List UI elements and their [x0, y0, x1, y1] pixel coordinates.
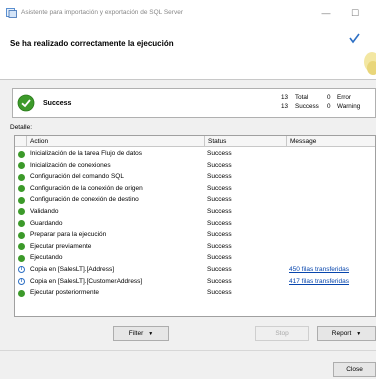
table-row[interactable]: Configuración del comando SQL Success — [15, 171, 375, 183]
window-title: Asistente para importación y exportación… — [21, 9, 183, 16]
success-check-icon — [17, 94, 35, 112]
table-row[interactable]: Inicialización de conexiones Success — [15, 160, 375, 172]
row-status: Success — [207, 265, 232, 273]
row-status: Success — [207, 242, 232, 250]
success-icon — [18, 231, 25, 239]
report-button[interactable]: Report ▼ — [317, 326, 376, 341]
report-button-label: Report — [331, 330, 352, 337]
table-row[interactable]: Validando Success — [15, 206, 375, 218]
chevron-down-icon: ▼ — [356, 331, 362, 337]
grid-header: Action Status Message — [15, 136, 375, 147]
warning-label: Warning — [337, 103, 361, 110]
row-action: Configuración del comando SQL — [30, 173, 124, 181]
success-icon — [18, 150, 25, 158]
table-row[interactable]: Inicialización de la tarea Flujo de dato… — [15, 148, 375, 160]
footer-divider — [0, 350, 376, 351]
stop-button[interactable]: Stop — [255, 326, 309, 341]
row-status: Success — [207, 173, 232, 181]
minimize-button[interactable]: — — [318, 6, 334, 20]
row-action: Inicialización de la tarea Flujo de dato… — [30, 150, 143, 157]
row-action: Ejecutando — [30, 254, 63, 262]
filter-button[interactable]: Filter ▼ — [113, 326, 169, 341]
row-action: Ejecutar previamente — [30, 242, 92, 250]
row-status: Success — [207, 277, 232, 285]
table-row[interactable]: i Copia en [SalesLT].[CustomerAddress] Suc… — [15, 276, 375, 288]
row-action: Ejecutar posteriormente — [30, 289, 100, 297]
table-row[interactable]: Ejecutando Success — [15, 252, 375, 264]
table-row[interactable]: Preparar para la ejecución Success — [15, 229, 375, 241]
table-row[interactable]: Guardando Success — [15, 218, 375, 230]
row-status: Success — [207, 207, 232, 215]
warning-count: 0 — [327, 103, 331, 110]
sql-wizard-icon — [6, 8, 17, 18]
error-label: Error — [337, 94, 351, 101]
summary-status: Success — [43, 100, 72, 107]
row-message-link[interactable]: 417 filas transferidas — [289, 276, 375, 288]
row-action: Copia en [SalesLT].[CustomerAddress] — [30, 277, 143, 285]
success-icon — [18, 254, 25, 262]
success-icon — [18, 185, 25, 193]
row-status: Success — [207, 150, 232, 157]
success-icon — [18, 173, 25, 181]
row-status: Success — [207, 184, 232, 192]
row-action: Copia en [SalesLT].[Address] — [30, 265, 115, 273]
row-status: Success — [207, 254, 232, 262]
row-action: Guardando — [30, 219, 63, 227]
row-action: Configuración de la conexión de origen — [30, 184, 143, 192]
error-count: 0 — [327, 94, 331, 101]
success-icon — [18, 243, 25, 251]
total-label: Total — [295, 94, 309, 101]
summary-counts: 13 Total 0 Error 13 Success 0 Warning — [281, 93, 360, 111]
row-message-link[interactable]: 450 filas transferidas — [289, 264, 375, 276]
info-icon: i — [18, 266, 25, 274]
success-icon — [18, 162, 25, 170]
details-label: Detalle: — [10, 124, 33, 131]
row-action: Preparar para la ejecución — [30, 231, 107, 239]
maximize-button[interactable]: ☐ — [347, 6, 363, 20]
details-grid[interactable]: Action Status Message Inicialización de … — [14, 135, 376, 317]
execution-summary: Success 13 Total 0 Error 13 Success 0 Warning — [12, 88, 376, 118]
success-icon — [18, 289, 25, 297]
success-icon — [18, 220, 25, 228]
table-row[interactable]: Configuración de conexión de destino Succ… — [15, 194, 375, 206]
table-row[interactable]: Configuración de la conexión de origen Su… — [15, 183, 375, 195]
close-button[interactable]: Close — [333, 362, 376, 377]
row-status: Success — [207, 231, 232, 239]
row-status: Success — [207, 161, 232, 169]
row-action: Validando — [30, 207, 59, 215]
filter-button-label: Filter — [128, 330, 144, 337]
row-status: Success — [207, 289, 232, 297]
table-row[interactable]: Ejecutar previamente Success — [15, 241, 375, 253]
table-row[interactable]: i Copia en [SalesLT].[Address] Success 450 … — [15, 264, 375, 276]
wizard-banner-icon — [349, 33, 376, 75]
success-count: 13 — [281, 103, 289, 110]
row-action: Inicialización de conexiones — [30, 161, 111, 169]
row-action: Configuración de conexión de destino — [30, 196, 139, 204]
success-icon — [18, 208, 25, 216]
title-bar: Asistente para importación y exportación… — [0, 0, 376, 26]
page-header: Se ha realizado correctamente la ejecuci… — [0, 26, 376, 80]
column-header-action[interactable]: Action — [27, 136, 205, 147]
column-header-message[interactable]: Message — [287, 136, 375, 147]
table-row[interactable]: Ejecutar posteriormente Success — [15, 287, 375, 299]
close-button-label: Close — [346, 366, 363, 373]
page-title: Se ha realizado correctamente la ejecuci… — [10, 39, 174, 48]
row-selector-header — [15, 136, 27, 147]
stop-button-label: Stop — [275, 330, 289, 337]
column-header-status[interactable]: Status — [205, 136, 287, 147]
grid-rows: Inicialización de la tarea Flujo de dato… — [15, 148, 375, 299]
chevron-down-icon: ▼ — [148, 331, 154, 337]
total-count: 13 — [281, 94, 289, 101]
info-icon: i — [18, 278, 25, 286]
row-status: Success — [207, 219, 232, 227]
success-icon — [18, 196, 25, 204]
success-label: Success — [295, 103, 319, 110]
row-status: Success — [207, 196, 232, 204]
